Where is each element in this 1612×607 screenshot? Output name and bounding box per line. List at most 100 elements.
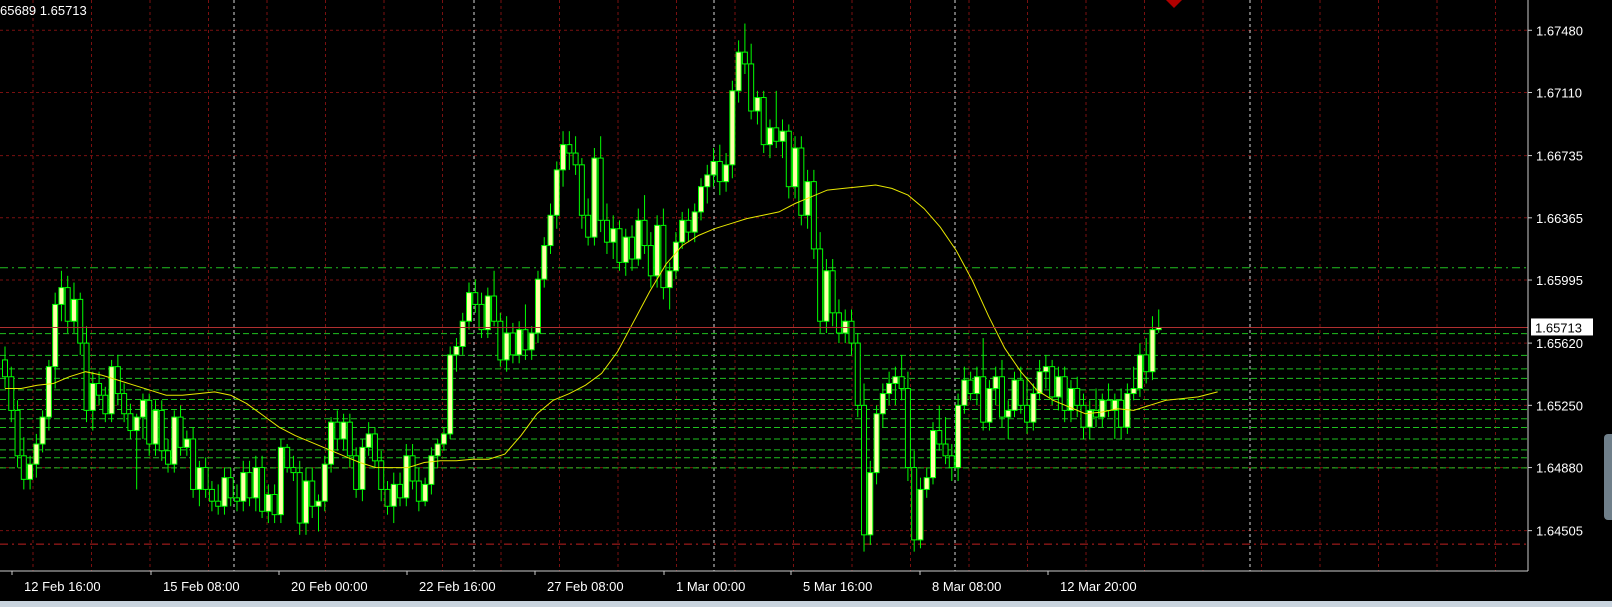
candle-body (798, 147, 805, 216)
candle-body (666, 270, 673, 289)
candle-body (992, 376, 999, 390)
candle-body (89, 382, 96, 411)
candle-body (898, 376, 905, 390)
candle-116 (729, 80, 736, 179)
candle-body (654, 224, 661, 277)
y-tick-label-2: 1.66735 (1536, 149, 1583, 164)
candle-body (854, 342, 861, 406)
candle-body (1093, 409, 1100, 418)
candle-body (290, 467, 297, 474)
candle-body (8, 376, 15, 411)
candle-body (284, 446, 291, 469)
candle-body (190, 438, 197, 490)
candle-body (1005, 409, 1012, 418)
candle-body (597, 157, 604, 221)
candle-body (215, 500, 222, 507)
candle-body (397, 483, 404, 499)
y-tick-label-5: 1.65620 (1536, 336, 1583, 351)
candle-body (415, 480, 422, 502)
candle-body (829, 270, 836, 314)
candle-body (616, 228, 623, 263)
candle-136 (854, 333, 861, 418)
candle-body (1080, 404, 1087, 428)
candle-body (1042, 366, 1049, 373)
candle-body (572, 152, 579, 166)
candle-body (459, 320, 466, 347)
candle-body (817, 248, 824, 322)
candle-body (365, 433, 372, 448)
candle-body (560, 144, 567, 171)
x-tick-label-6: 5 Mar 16:00 (803, 579, 872, 594)
candle-body (716, 160, 723, 183)
candle-52 (328, 417, 335, 473)
candle-body (591, 157, 598, 238)
candle-85 (534, 270, 541, 344)
candle-body (208, 488, 215, 502)
candle-body (760, 97, 767, 146)
candle-body (146, 399, 153, 445)
candle-body (986, 388, 993, 423)
candle-body (980, 376, 987, 423)
candle-body (296, 472, 303, 524)
candle-body (1030, 393, 1037, 423)
candle-body (371, 433, 378, 462)
candle-body (196, 467, 203, 490)
candle-144 (904, 371, 911, 482)
candle-body (961, 379, 968, 406)
candle-17 (108, 359, 115, 423)
candle-body (998, 376, 1005, 418)
candle-body (917, 488, 924, 541)
candle-body (52, 303, 59, 368)
candle-body (139, 399, 146, 418)
candle-body (202, 467, 209, 490)
candle-body (2, 359, 8, 378)
candle-body (58, 287, 65, 305)
candle-body (629, 236, 636, 260)
candle-body (265, 493, 272, 512)
candle-body (240, 472, 247, 502)
candle-body (271, 493, 278, 516)
candle-body (622, 236, 629, 263)
candle-body (823, 270, 830, 322)
candle-body (409, 455, 416, 482)
candle-body (390, 483, 397, 507)
candle-body (378, 460, 385, 490)
candle-body (641, 219, 648, 247)
candle-137 (861, 383, 868, 552)
candle-body (672, 241, 679, 272)
candle-body (334, 421, 341, 440)
candle-body (127, 413, 134, 432)
x-tick-label-5: 1 Mar 00:00 (676, 579, 745, 594)
candle-body (710, 160, 717, 176)
candle-44 (277, 438, 284, 524)
candle-body (936, 430, 943, 445)
candle-body (741, 51, 748, 65)
candle-body (973, 376, 980, 395)
x-tick-label-0: 12 Feb 16:00 (24, 579, 101, 594)
candle-body (302, 480, 309, 524)
candle-body (773, 127, 780, 142)
candle-body (603, 219, 610, 243)
candle-body (234, 497, 240, 502)
x-tick-label-3: 22 Feb 16:00 (419, 579, 496, 594)
candle-body (566, 144, 573, 154)
candle-body (547, 214, 554, 247)
candle-body (685, 219, 692, 233)
candle-body (108, 366, 115, 415)
candle-body (873, 413, 880, 474)
candle-body (64, 287, 71, 322)
candle-body (403, 455, 410, 499)
scroll-handle[interactable] (1604, 434, 1612, 520)
candle-body (691, 211, 698, 233)
x-tick-label-4: 27 Feb 08:00 (547, 579, 624, 594)
candle-148 (930, 422, 936, 485)
candle-body (428, 455, 435, 485)
candle-body (1143, 354, 1150, 373)
price-chart: 1.67480 1.67110 1.66735 1.66365 1.65995 1.656… (0, 0, 1612, 607)
candle-71 (447, 346, 454, 439)
candle-body (635, 219, 642, 260)
candle-body (20, 455, 27, 480)
candle-body (1024, 404, 1031, 423)
candle-body (1017, 379, 1024, 406)
candle-body (503, 332, 510, 361)
